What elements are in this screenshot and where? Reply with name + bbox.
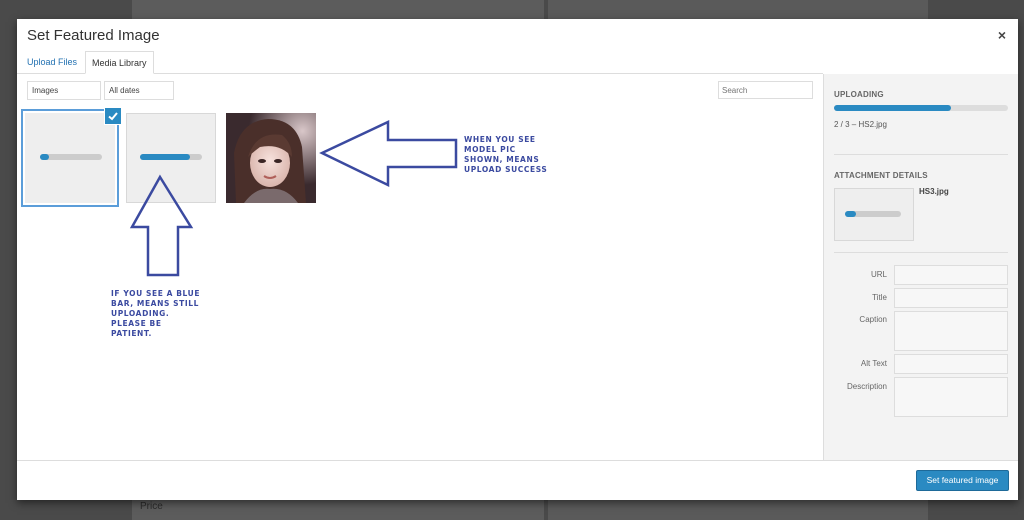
attachment-sidebar: UPLOADING 2 / 3 – HS2.jpg ATTACHMENT DET…: [824, 74, 1018, 460]
annotation-arrows: [129, 120, 458, 277]
attachment-details-heading: ATTACHMENT DETAILS: [834, 171, 928, 180]
overall-upload-progress-bar: [834, 105, 1008, 111]
uploading-heading: UPLOADING: [834, 90, 884, 99]
sidebar-separator: [834, 154, 1008, 155]
title-field[interactable]: [894, 288, 1008, 308]
url-field[interactable]: [894, 265, 1008, 285]
caption-label: Caption: [859, 315, 887, 324]
upload-status-text: 2 / 3 – HS2.jpg: [834, 120, 887, 129]
left-arrow-icon: [319, 120, 458, 187]
attachment-filename: HS3.jpg: [919, 187, 949, 196]
overall-upload-progress-fill: [834, 105, 951, 111]
media-modal: Set Featured Image × Upload Files Media …: [17, 19, 1018, 500]
description-label: Description: [846, 382, 887, 391]
detail-progress-fill: [845, 211, 857, 217]
sidebar-separator: [834, 252, 1008, 253]
modal-footer: [17, 460, 1018, 500]
title-label: Title: [872, 293, 887, 302]
caption-field[interactable]: [894, 311, 1008, 351]
detail-progress-bar: [845, 211, 901, 217]
set-featured-image-button[interactable]: Set featured image: [916, 470, 1009, 491]
close-icon[interactable]: ×: [998, 27, 1006, 43]
description-field[interactable]: [894, 377, 1008, 417]
up-arrow-icon: [129, 174, 194, 277]
alt-text-field[interactable]: [894, 354, 1008, 374]
attachment-detail-thumbnail: [834, 188, 914, 241]
url-label: URL: [870, 270, 887, 279]
background-price-label: Price: [140, 501, 163, 512]
alt-text-label: Alt Text: [860, 359, 887, 368]
